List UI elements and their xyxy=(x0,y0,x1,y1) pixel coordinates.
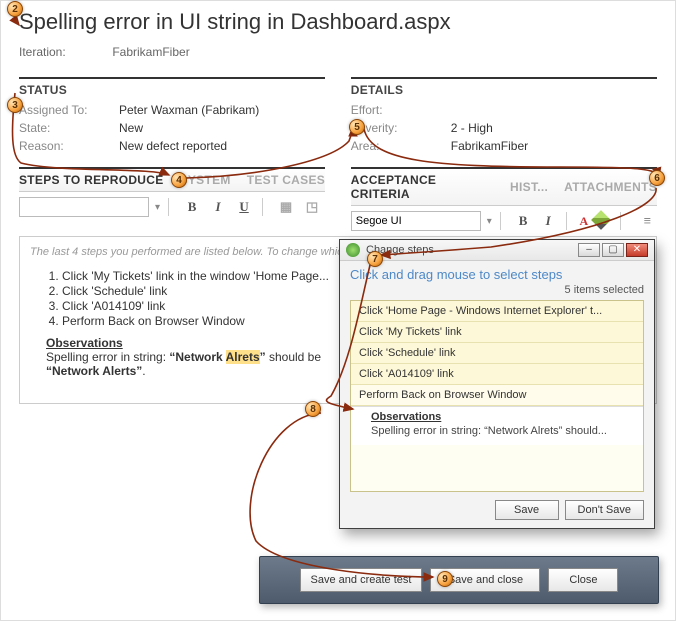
tab-history[interactable]: HIST... xyxy=(510,180,548,194)
tab-acceptance-criteria[interactable]: ACCEPTANCE CRITERIA xyxy=(351,173,494,201)
tab-attachments[interactable]: ATTACHMENTS xyxy=(564,180,657,194)
step-row[interactable]: Click 'My Tickets' link xyxy=(351,322,643,343)
callout-9: 9 xyxy=(437,571,453,587)
reason-label: Reason: xyxy=(19,139,119,153)
bottom-action-bar: Save and create test Save and close Clos… xyxy=(259,556,659,604)
underline-button[interactable]: U xyxy=(234,197,254,217)
dialog-save-button[interactable]: Save xyxy=(495,500,559,520)
tab-test-cases[interactable]: TEST CASES xyxy=(247,173,325,187)
step-observations: Observations Spelling error in string: “… xyxy=(351,406,643,445)
bold-button[interactable]: B xyxy=(182,197,202,217)
step-row[interactable]: Click 'Schedule' link xyxy=(351,343,643,364)
italic-button-right[interactable]: I xyxy=(539,211,558,231)
font-select-left[interactable] xyxy=(19,197,149,217)
step-row[interactable]: Click 'A014109' link xyxy=(351,364,643,385)
callout-6: 6 xyxy=(649,170,665,186)
save-and-create-test-button[interactable]: Save and create test xyxy=(300,568,423,592)
page-title: Spelling error in UI string in Dashboard… xyxy=(19,9,657,35)
dialog-icon xyxy=(346,243,360,257)
maximize-button[interactable]: ▢ xyxy=(602,243,624,257)
reason-value[interactable]: New defect reported xyxy=(119,139,227,153)
callout-3: 3 xyxy=(7,97,23,113)
close-button[interactable]: Close xyxy=(548,568,618,592)
highlight-button[interactable] xyxy=(594,213,608,230)
steps-selection-list[interactable]: Click 'Home Page - Windows Internet Expl… xyxy=(350,300,644,492)
area-label: Area: xyxy=(351,139,451,153)
minimize-button[interactable]: – xyxy=(578,243,600,257)
callout-5: 5 xyxy=(349,119,365,135)
severity-value[interactable]: 2 - High xyxy=(451,121,493,135)
change-steps-dialog[interactable]: Change steps – ▢ ✕ Click and drag mouse … xyxy=(339,239,655,529)
severity-label: Severity: xyxy=(351,121,451,135)
selection-count: 5 items selected xyxy=(350,284,644,296)
tabs-right: ACCEPTANCE CRITERIA HIST... ATTACHMENTS xyxy=(351,167,657,206)
close-window-button[interactable]: ✕ xyxy=(626,243,648,257)
callout-8: 8 xyxy=(305,401,321,417)
step-row[interactable]: Perform Back on Browser Window xyxy=(351,385,643,406)
dialog-dont-save-button[interactable]: Don't Save xyxy=(565,500,644,520)
font-color-button[interactable]: A xyxy=(579,214,588,229)
list-button[interactable]: ≡ xyxy=(638,211,657,231)
toolbar-left: ▾ B I U ▦ ◳ xyxy=(19,192,325,222)
callout-2: 2 xyxy=(7,1,23,17)
italic-button[interactable]: I xyxy=(208,197,228,217)
assigned-to-label: Assigned To: xyxy=(19,103,119,117)
effort-label: Effort: xyxy=(351,103,451,117)
attach-button[interactable]: ◳ xyxy=(302,197,322,217)
step-row[interactable]: Click 'Home Page - Windows Internet Expl… xyxy=(351,301,643,322)
assigned-to-value[interactable]: Peter Waxman (Fabrikam) xyxy=(119,103,259,117)
iteration-label: Iteration: xyxy=(19,45,109,59)
details-header: DETAILS xyxy=(351,77,657,97)
status-header: STATUS xyxy=(19,77,325,97)
toolbar-right: ▾ B I A ≡ xyxy=(351,206,657,236)
font-select-right[interactable] xyxy=(351,211,481,231)
image-button[interactable]: ▦ xyxy=(276,197,296,217)
callout-7: 7 xyxy=(367,251,383,267)
dialog-instruction: Click and drag mouse to select steps xyxy=(350,267,644,282)
callout-4: 4 xyxy=(171,172,187,188)
dialog-titlebar[interactable]: Change steps – ▢ ✕ xyxy=(340,240,654,261)
area-value[interactable]: FabrikamFiber xyxy=(451,139,528,153)
bold-button-right[interactable]: B xyxy=(514,211,533,231)
tab-system[interactable]: SYSTEM xyxy=(180,173,231,187)
tab-steps-to-reproduce[interactable]: STEPS TO REPRODUCE xyxy=(19,173,164,187)
state-label: State: xyxy=(19,121,119,135)
state-value[interactable]: New xyxy=(119,121,143,135)
iteration-value: FabrikamFiber xyxy=(112,45,189,59)
iteration-row: Iteration: FabrikamFiber xyxy=(19,45,657,59)
